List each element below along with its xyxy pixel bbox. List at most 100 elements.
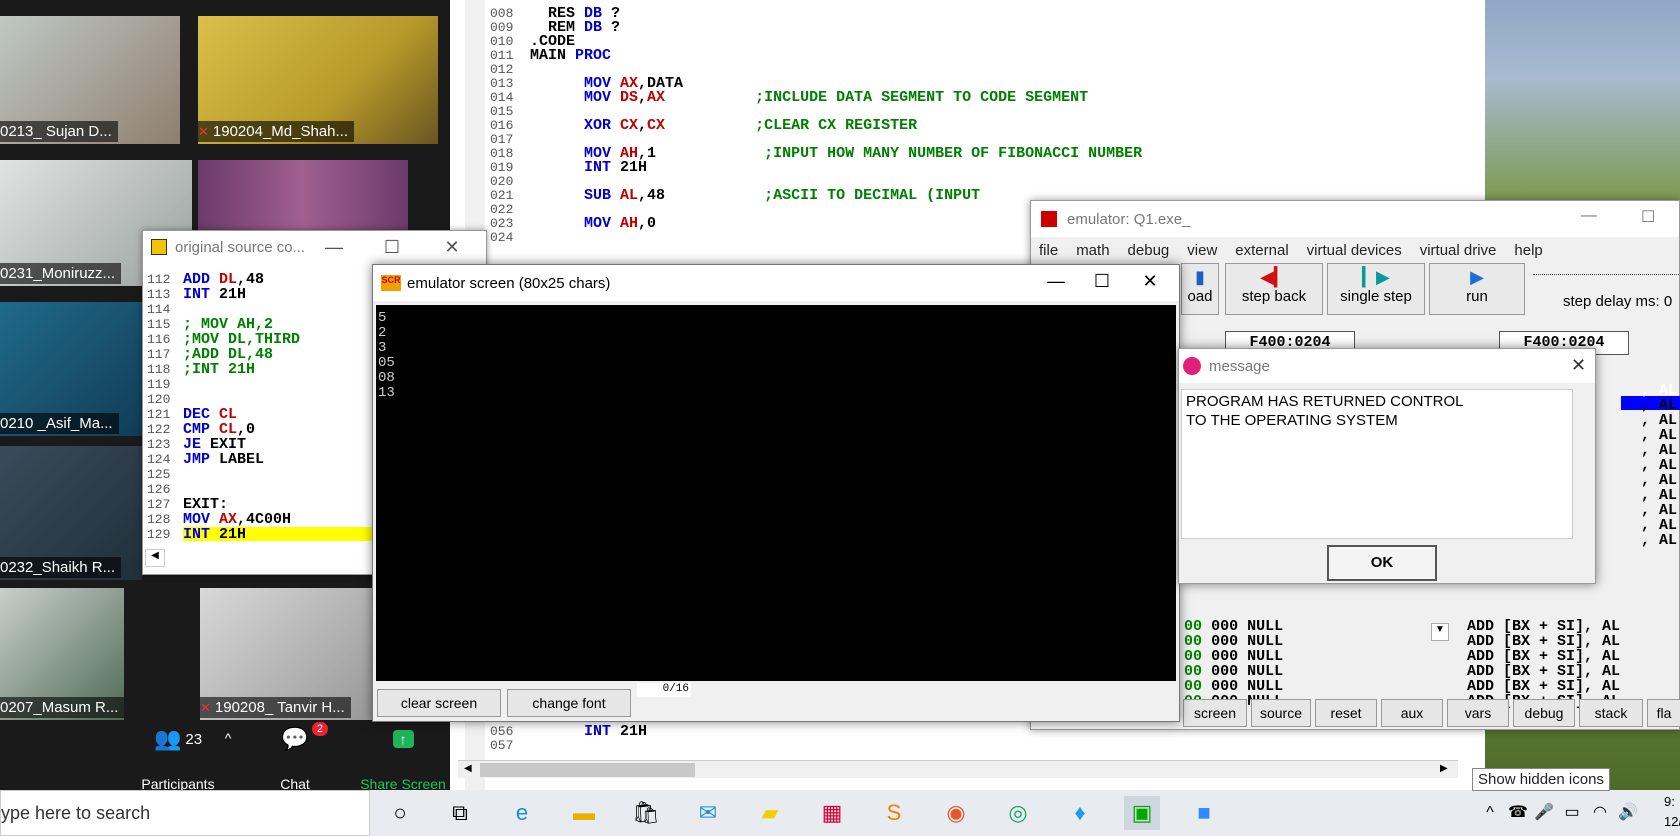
disasm-row[interactable]: , AL [1641,383,1677,398]
disasm-row[interactable]: , AL [1641,428,1677,443]
video-tile[interactable]: 0213_ Sujan D... [0,16,180,144]
output-line: 13 [378,385,395,401]
disasm-row[interactable]: , AL [1641,518,1677,533]
emu8086-taskbar-icon[interactable]: ▣ [1124,796,1160,830]
disasm-row[interactable]: , AL [1641,533,1677,548]
participants-button[interactable]: 👥 23 Participants [128,724,228,792]
sublime-text-icon[interactable]: S [876,796,912,830]
scroll-left-icon[interactable]: ◀ [145,549,165,567]
emulator-screen-window[interactable]: SCR emulator screen (80x25 chars) — ☐ ✕ … [372,264,1180,722]
video-tile[interactable]: ✕ 190204_Md_Shah... [198,16,438,144]
line-number: 009 [490,20,514,35]
single-step-icon: ▎▶ [1362,267,1390,287]
menu-math[interactable]: math [1076,242,1109,259]
maximize-icon[interactable]: ☐ [1079,265,1125,297]
clock-date[interactable]: 12/ [1664,814,1680,829]
line-number: 115 [147,317,171,332]
disasm-row[interactable]: ADD [BX + SI], AL [1467,679,1620,694]
video-tile[interactable]: 0207_Masum R... [0,588,124,720]
mic-muted-icon: ✕ [200,700,211,715]
maximize-icon[interactable]: ☐ [1641,207,1655,227]
vars-button[interactable]: vars [1447,699,1509,727]
debug-button[interactable]: debug [1513,699,1575,727]
step-back-button[interactable]: ◀▎ step back [1225,263,1323,315]
task-view-icon[interactable]: ⧉ [442,796,478,830]
video-tile[interactable]: 0210 _Asif_Ma... [0,302,142,436]
disasm-row[interactable]: ADD [BX + SI], AL [1467,634,1620,649]
menu-virtual-drive[interactable]: virtual drive [1420,242,1497,259]
reset-button[interactable]: reset [1315,699,1377,727]
close-icon[interactable]: ✕ [1571,355,1586,376]
edge-icon[interactable]: e [504,796,540,830]
flags-button[interactable]: fla [1647,699,1680,727]
menu-debug[interactable]: debug [1128,242,1170,259]
menu-view[interactable]: view [1187,242,1217,259]
line-number: 112 [147,272,171,287]
chat-button[interactable]: 💬 2 Chat [268,722,328,792]
menu-external[interactable]: external [1235,242,1288,259]
firefox-icon[interactable]: ◉ [938,796,974,830]
ok-button[interactable]: OK [1327,545,1437,581]
search-box[interactable]: ype here to search [0,790,370,836]
scroll-down-icon[interactable]: ▼ [1431,623,1449,641]
disasm-row[interactable]: ADD [BX + SI], AL [1467,664,1620,679]
editor-horizontal-scrollbar[interactable]: ◀ ▶ [458,760,1458,778]
store-icon[interactable]: 🛍 [628,796,664,830]
clock-time[interactable]: 9: [1664,794,1675,809]
line-number: 012 [490,62,514,77]
disasm-row[interactable]: ADD [BX + SI], AL [1467,649,1620,664]
sticky-notes-icon[interactable]: ▰ [752,796,788,830]
minimize-icon[interactable]: — [1033,265,1079,297]
participant-name: 0213_ Sujan D... [0,121,118,142]
menu-file[interactable]: file [1039,242,1058,259]
title-bar: original source co... — ☐ ✕ [143,231,486,263]
disasm-row[interactable]: ADD [BX + SI], AL [1467,619,1620,634]
disasm-row[interactable]: , AL [1641,488,1677,503]
load-button[interactable]: ▮ oad [1181,263,1219,315]
screen-button[interactable]: screen [1183,699,1247,727]
participants-icon: 👥 23 [153,726,203,751]
volume-icon[interactable]: 🔊 [1610,796,1646,830]
aux-button[interactable]: aux [1381,699,1443,727]
line-number: 114 [147,302,171,317]
source-button[interactable]: source [1251,699,1311,727]
menu-help[interactable]: help [1514,242,1542,259]
file-explorer-icon[interactable]: ▬ [566,796,602,830]
zoom-icon[interactable]: ■ [1186,796,1222,830]
minimize-icon[interactable]: — [1581,207,1597,225]
twitter-icon[interactable]: ♦ [1062,796,1098,830]
chrome-icon[interactable]: ◎ [1000,796,1036,830]
maximize-icon[interactable]: ☐ [369,231,415,263]
minimize-icon[interactable]: — [311,231,357,263]
disasm-row[interactable]: , AL [1641,443,1677,458]
run-button[interactable]: ▶ run [1429,263,1525,315]
window-title: emulator screen (80x25 chars) [407,274,611,292]
step-delay-slider[interactable] [1533,267,1680,275]
change-font-button[interactable]: change font [507,689,631,717]
winrar-icon[interactable]: ▦ [814,796,850,830]
stack-button[interactable]: stack [1579,699,1643,727]
share-screen-button[interactable]: ↑ Share Screen [358,724,448,792]
single-step-button[interactable]: ▎▶ single step [1327,263,1425,315]
code-token: XOR [530,117,621,134]
clear-screen-button[interactable]: clear screen [377,689,501,717]
code-token: PROC [575,47,612,64]
menu-virtual-devices[interactable]: virtual devices [1307,242,1402,259]
message-dialog[interactable]: message ✕ PROGRAM HAS RETURNED CONTROL T… [1178,348,1596,584]
close-icon[interactable]: ✕ [1127,265,1173,297]
line-number: 015 [490,104,514,119]
video-tile[interactable]: 0232_Shaikh R... [0,446,142,580]
scroll-right-icon[interactable]: ▶ [1440,763,1454,777]
close-icon[interactable]: ✕ [429,231,475,263]
scroll-left-icon[interactable]: ◀ [464,763,478,777]
console-output[interactable]: 5 2 3 05 08 13 [376,305,1176,681]
disasm-row[interactable]: , AL [1641,458,1677,473]
disasm-row[interactable]: , AL [1641,503,1677,518]
disasm-row[interactable]: , AL [1641,413,1677,428]
disasm-row[interactable]: , AL [1641,473,1677,488]
chevron-up-icon[interactable]: ^ [218,730,238,746]
disasm-row[interactable]: , AL [1641,398,1677,413]
cortana-icon[interactable]: ○ [382,796,418,830]
scroll-thumb[interactable] [480,763,695,777]
mail-icon[interactable]: ✉ [690,796,726,830]
